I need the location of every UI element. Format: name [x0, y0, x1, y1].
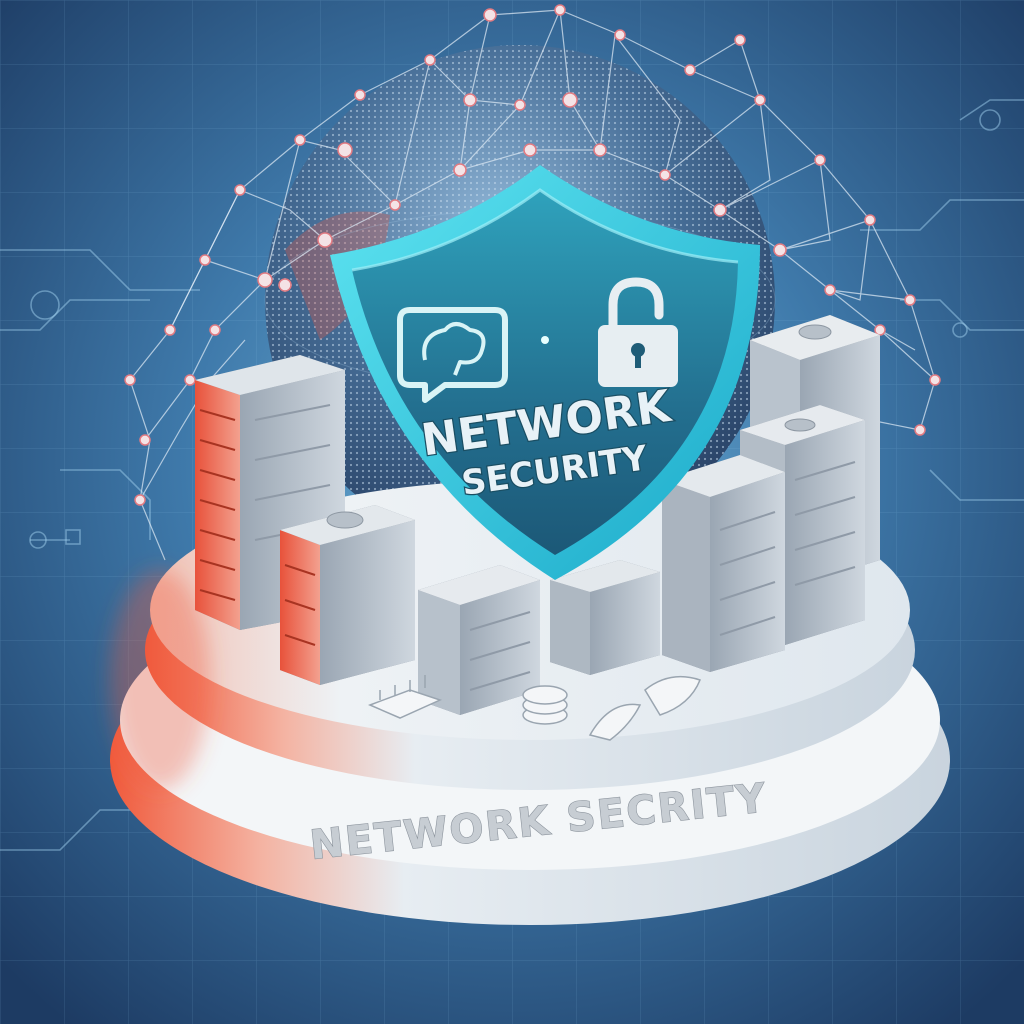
fingerprint-icon — [326, 511, 364, 529]
server-unit-flat — [550, 560, 660, 675]
network-security-illustration: NETWORK SECURITY NETWORK SECRITY — [0, 0, 1024, 1024]
server-unit-center — [418, 565, 540, 715]
fingerprint-icon — [798, 324, 832, 340]
fingerprint-icon — [784, 418, 816, 432]
server-tower-mid — [662, 455, 785, 672]
server-unit-red — [280, 505, 415, 685]
